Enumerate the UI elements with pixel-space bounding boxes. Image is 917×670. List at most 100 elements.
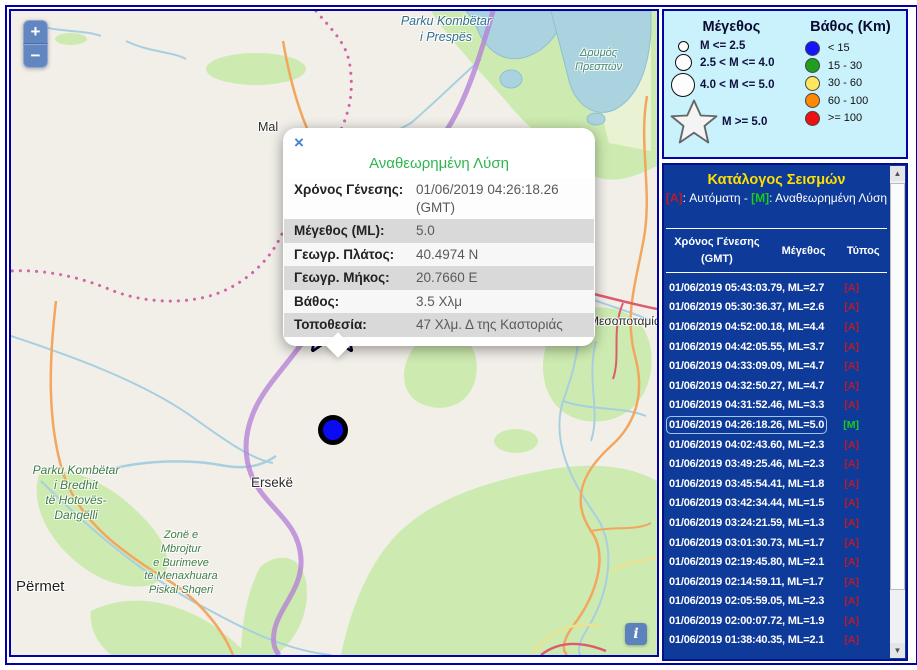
depth-item-label: 15 - 30 bbox=[828, 60, 862, 72]
catalog-row[interactable]: 01/06/2019 01:38:40.35, ML=2.1 [A] bbox=[664, 631, 889, 651]
catalog-row[interactable]: 01/06/2019 05:43:03.79, ML=2.7 [A] bbox=[664, 278, 889, 298]
depth-legend-items: < 15 15 - 30 30 - 60 60 - 100 >= 100 bbox=[797, 38, 904, 128]
magnitude-circle-icon bbox=[666, 54, 700, 71]
depth-dot-icon bbox=[805, 93, 820, 108]
popup-row-label: Γεωγρ. Μήκος: bbox=[294, 269, 416, 287]
catalog-row-text: 01/06/2019 04:26:18.26, ML=5.0 bbox=[669, 419, 824, 431]
depth-dot-icon bbox=[805, 76, 820, 91]
catalog-row-type: [A] bbox=[844, 458, 859, 470]
catalog-row-type: [A] bbox=[844, 556, 859, 568]
catalog-row[interactable]: 01/06/2019 04:32:50.27, ML=4.7[A] bbox=[664, 376, 889, 396]
catalog-row[interactable]: 01/06/2019 04:26:18.26, ML=5.0 [M] bbox=[664, 415, 889, 435]
catalog-row-text: 01/06/2019 05:43:03.79, ML=2.7 bbox=[669, 282, 824, 294]
popup-row-label: Χρόνος Γένεσης: bbox=[294, 181, 416, 216]
catalog-row-text: 01/06/2019 05:30:36.37, ML=2.6 bbox=[669, 301, 824, 313]
catalog-row-type: [A] bbox=[844, 282, 859, 294]
depth-dot-icon bbox=[805, 41, 820, 56]
auto-tag: [A] bbox=[666, 191, 683, 205]
magnitude-star-item: M >= 5.0 bbox=[666, 99, 797, 144]
earthquake-popup: × Αναθεωρημένη Λύση Χρόνος Γένεσης:01/06… bbox=[283, 128, 595, 346]
catalog-row-text: 01/06/2019 04:42:05.55, ML=3.7 bbox=[669, 341, 824, 353]
popup-row-value: 3.5 Χλμ bbox=[416, 293, 584, 311]
earthquake-circle-marker[interactable] bbox=[318, 415, 348, 445]
map[interactable]: Parku Kombëtar i Prespës Δρυμός Πρεσπών … bbox=[9, 9, 659, 657]
catalog-title: Κατάλογος Σεισμών bbox=[664, 172, 889, 188]
catalog-row[interactable]: 01/06/2019 04:31:52.46, ML=3.3[A] bbox=[664, 396, 889, 416]
catalog-scrollbar[interactable]: ▲ ▼ bbox=[890, 166, 905, 658]
catalog-row-text: 01/06/2019 04:02:43.60, ML=2.3 bbox=[669, 439, 824, 451]
map-label-zone-mbrojtur: Zonë e Mbrojtur e Burimeve të Menaxhuara… bbox=[131, 529, 231, 598]
catalog-row-text: 01/06/2019 04:31:52.46, ML=3.3 bbox=[669, 399, 824, 411]
popup-close-icon[interactable]: × bbox=[294, 134, 304, 151]
catalog-row-type: [M] bbox=[843, 419, 859, 431]
scrollbar-track[interactable] bbox=[890, 181, 905, 643]
catalog-row-type: [A] bbox=[844, 321, 859, 333]
legend-panel: Μέγεθος M <= 2.52.5 < M <= 4.04.0 < M <=… bbox=[662, 9, 908, 159]
magnitude-legend-title: Μέγεθος bbox=[703, 19, 761, 35]
catalog-row-text: 01/06/2019 02:05:59.05, ML=2.3 bbox=[669, 595, 824, 607]
map-label-mesopotamia: Μεσοποταμία bbox=[589, 314, 659, 329]
catalog-row-text: 01/06/2019 04:52:00.18, ML=4.4 bbox=[669, 321, 824, 333]
catalog-row[interactable]: 01/06/2019 02:19:45.80, ML=2.1[A] bbox=[664, 552, 889, 572]
catalog-row-text: 01/06/2019 03:42:34.44, ML=1.5 bbox=[669, 497, 824, 509]
scrollbar-thumb[interactable] bbox=[890, 183, 905, 590]
catalog-row[interactable]: 01/06/2019 03:45:54.41, ML=1.8[A] bbox=[664, 474, 889, 494]
catalog-row-type: [A] bbox=[844, 634, 859, 646]
catalog-row[interactable]: 01/06/2019 03:01:30.73, ML=1.7[A] bbox=[664, 533, 889, 553]
magnitude-circle-icon bbox=[666, 73, 700, 97]
popup-title: Αναθεωρημένη Λύση bbox=[283, 155, 595, 172]
catalog-row[interactable]: 01/06/2019 03:49:25.46, ML=2.3[A] bbox=[664, 454, 889, 474]
catalog-row-type: [A] bbox=[844, 301, 859, 313]
popup-row: Γεωγρ. Μήκος:20.7660 E bbox=[284, 266, 594, 290]
catalog-header: Χρόνος Γένεσης (GMT) Μέγεθος Τύπος bbox=[664, 234, 889, 267]
catalog-type-legend: [A]: Αυτόματη - [M]: Αναθεωρημένη Λύση bbox=[664, 191, 889, 205]
catalog-row[interactable]: 01/06/2019 02:00:07.72, ML=1.9 [A] bbox=[664, 611, 889, 631]
catalog-row-type: [A] bbox=[844, 380, 859, 392]
catalog-row[interactable]: 01/06/2019 02:14:59.11, ML=1.7[A] bbox=[664, 572, 889, 592]
zoom-in-button[interactable]: + bbox=[23, 20, 48, 44]
catalog-row[interactable]: 01/06/2019 03:24:21.59, ML=1.3[A] bbox=[664, 513, 889, 533]
depth-item-label: 60 - 100 bbox=[828, 95, 868, 107]
side-panel: Μέγεθος M <= 2.52.5 < M <= 4.04.0 < M <=… bbox=[662, 9, 908, 661]
column-type: Τύπος bbox=[837, 245, 889, 257]
catalog-row-type: [A] bbox=[844, 360, 859, 372]
auto-label: : Αυτόματη - bbox=[683, 191, 752, 205]
catalog-row-type: [A] bbox=[844, 341, 859, 353]
column-time: Χρόνος Γένεσης (GMT) bbox=[664, 234, 770, 267]
depth-item-label: 30 - 60 bbox=[828, 77, 862, 89]
catalog-row[interactable]: 01/06/2019 04:42:05.55, ML=3.7 [A] bbox=[664, 337, 889, 357]
catalog-row[interactable]: 01/06/2019 04:52:00.18, ML=4.4 [A] bbox=[664, 317, 889, 337]
catalog-row-text: 01/06/2019 02:00:07.72, ML=1.9 bbox=[669, 615, 824, 627]
depth-legend-item: >= 100 bbox=[805, 111, 904, 126]
magnitude-item-label: M <= 2.5 bbox=[700, 40, 745, 52]
map-label-permet: Përmet bbox=[16, 578, 64, 597]
catalog-row-text: 01/06/2019 04:33:09.09, ML=4.7 bbox=[669, 360, 824, 372]
popup-row: Γεωγρ. Πλάτος:40.4974 N bbox=[284, 243, 594, 267]
depth-item-label: < 15 bbox=[828, 42, 850, 54]
catalog-row[interactable]: 01/06/2019 04:33:09.09, ML=4.7 [A] bbox=[664, 356, 889, 376]
popup-row-label: Βάθος: bbox=[294, 293, 416, 311]
popup-row-label: Γεωγρ. Πλάτος: bbox=[294, 246, 416, 264]
catalog-row-type: [A] bbox=[844, 595, 859, 607]
catalog-row[interactable]: 01/06/2019 04:02:43.60, ML=2.3[A] bbox=[664, 435, 889, 455]
popup-row: Μέγεθος (ML):5.0 bbox=[284, 219, 594, 243]
manual-label: : Αναθεωρημένη Λύση bbox=[769, 191, 887, 205]
scroll-up-icon[interactable]: ▲ bbox=[890, 166, 905, 181]
divider bbox=[666, 272, 887, 273]
map-label-mal: Mal bbox=[258, 120, 278, 136]
column-magnitude: Μέγεθος bbox=[770, 245, 838, 257]
catalog-row-type: [A] bbox=[844, 517, 859, 529]
catalog-row-text: 01/06/2019 01:38:40.35, ML=2.1 bbox=[669, 634, 824, 646]
zoom-out-button[interactable]: − bbox=[23, 44, 48, 68]
scroll-down-icon[interactable]: ▼ bbox=[890, 643, 905, 658]
catalog-row[interactable]: 01/06/2019 02:05:59.05, ML=2.3 [A] bbox=[664, 592, 889, 612]
earthquake-catalog: Κατάλογος Σεισμών [A]: Αυτόματη - [M]: Α… bbox=[662, 163, 908, 661]
popup-row-label: Μέγεθος (ML): bbox=[294, 222, 416, 240]
popup-row-value: 47 Χλμ. Δ της Καστοριάς bbox=[416, 316, 584, 334]
catalog-row-type: [A] bbox=[844, 615, 859, 627]
catalog-row[interactable]: 01/06/2019 03:42:34.44, ML=1.5[A] bbox=[664, 494, 889, 514]
star-icon bbox=[666, 99, 722, 144]
popup-row: Τοποθεσία:47 Χλμ. Δ της Καστοριάς bbox=[284, 313, 594, 337]
info-button[interactable]: i bbox=[625, 623, 647, 645]
catalog-row[interactable]: 01/06/2019 05:30:36.37, ML=2.6 [A] bbox=[664, 298, 889, 318]
